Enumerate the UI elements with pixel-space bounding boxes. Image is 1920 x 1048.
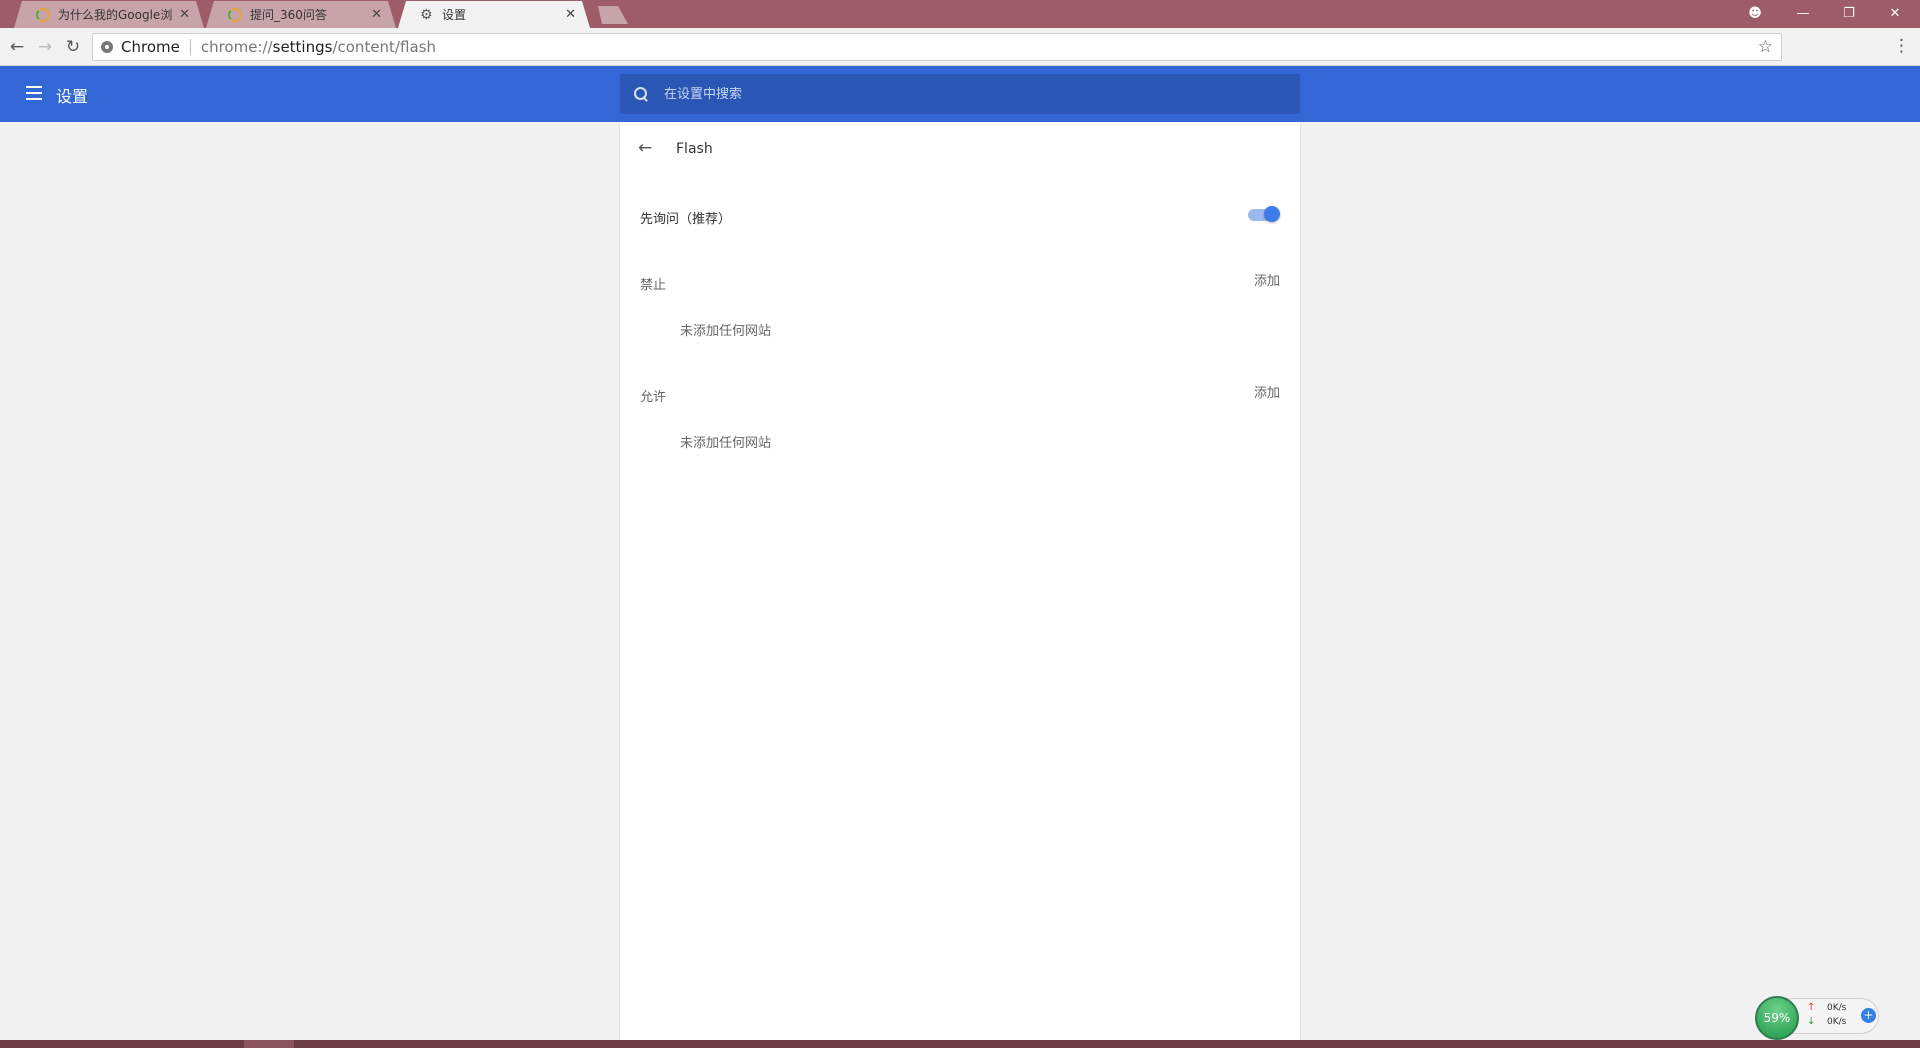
tab-title: 提问_360问答 [250,8,327,22]
settings-title: 设置 [56,87,89,106]
search-icon [634,87,648,101]
minimize-button[interactable]: — [1780,0,1826,26]
download-speed: 0K/s [1827,1017,1847,1027]
tab-360-wenda[interactable]: 提问_360问答 ✕ [206,1,396,28]
close-tab-icon[interactable]: ✕ [371,7,382,22]
plus-icon[interactable]: + [1861,1008,1876,1023]
upload-speed: 0K/s [1827,1003,1847,1013]
close-window-button[interactable]: ✕ [1872,0,1918,26]
ask-first-toggle[interactable] [1248,206,1280,222]
taskbar [0,1040,1920,1048]
chrome-page-icon[interactable] [101,41,113,53]
reload-button[interactable]: ↻ [62,36,84,58]
settings-search[interactable] [620,74,1300,114]
download-arrow-icon: ↓ [1807,1016,1816,1027]
url-text[interactable]: chrome://settings/content/flash [201,38,436,56]
settings-header: 设置 [0,66,1920,122]
address-bar[interactable]: Chrome chrome://settings/content/flash ☆ [92,33,1782,61]
allow-empty-text: 未添加任何网站 [680,436,772,451]
back-button[interactable]: ← [6,36,28,58]
block-add-button[interactable]: 添加 [1254,270,1280,289]
chrome-menu-icon[interactable]: ⋮ [1893,36,1910,56]
hamburger-menu-icon[interactable] [26,86,42,100]
block-section-label: 禁止 [640,278,667,293]
url-origin-chip: Chrome [121,38,180,56]
net-speed-widget[interactable]: 59% ↑ ↓ 0K/s 0K/s + [1755,996,1881,1040]
url-prefix: chrome:// [200,38,273,56]
allow-add-button[interactable]: 添加 [1254,382,1280,401]
tab-google-question[interactable]: 为什么我的Google浏览器 ✕ [14,1,204,28]
flash-settings-card: ← Flash 先询问（推荐） 禁止 添加 未添加任何网站 允许 添加 未添加任… [620,122,1300,1040]
page-title: Flash [676,141,713,157]
gear-icon: ⚙ [420,6,433,23]
360-favicon-icon [36,8,50,22]
profile-icon[interactable]: ☻ [1732,0,1778,26]
tab-settings[interactable]: ⚙ 设置 ✕ [398,1,590,28]
ask-first-label: 先询问（推荐） [640,212,732,227]
tab-strip: 为什么我的Google浏览器 ✕ 提问_360问答 ✕ ⚙ 设置 ✕ ☻ — ❐… [0,0,1920,28]
toggle-knob [1264,206,1280,222]
restore-button[interactable]: ❐ [1826,0,1872,26]
allow-section-label: 允许 [640,390,667,405]
upload-arrow-icon: ↑ [1807,1002,1816,1013]
close-tab-icon[interactable]: ✕ [565,7,576,22]
memory-usage-ball[interactable]: 59% [1755,996,1799,1040]
block-empty-text: 未添加任何网站 [680,324,772,339]
360-favicon-icon [228,8,242,22]
new-tab-button[interactable] [592,6,628,24]
browser-toolbar: ← → ↻ Chrome chrome://settings/content/f… [0,28,1920,66]
url-path: /content/flash [332,38,436,56]
close-tab-icon[interactable]: ✕ [179,7,190,22]
forward-button[interactable]: → [34,36,56,58]
back-arrow-icon[interactable]: ← [638,138,652,158]
search-input[interactable] [664,86,1264,102]
url-host: settings [272,38,333,56]
tab-title: 为什么我的Google浏览器 [58,8,173,22]
omnibox-divider [189,39,191,55]
bookmark-star-icon[interactable]: ☆ [1758,37,1773,57]
taskbar-active-item[interactable] [244,1040,294,1048]
tab-title: 设置 [442,8,467,22]
